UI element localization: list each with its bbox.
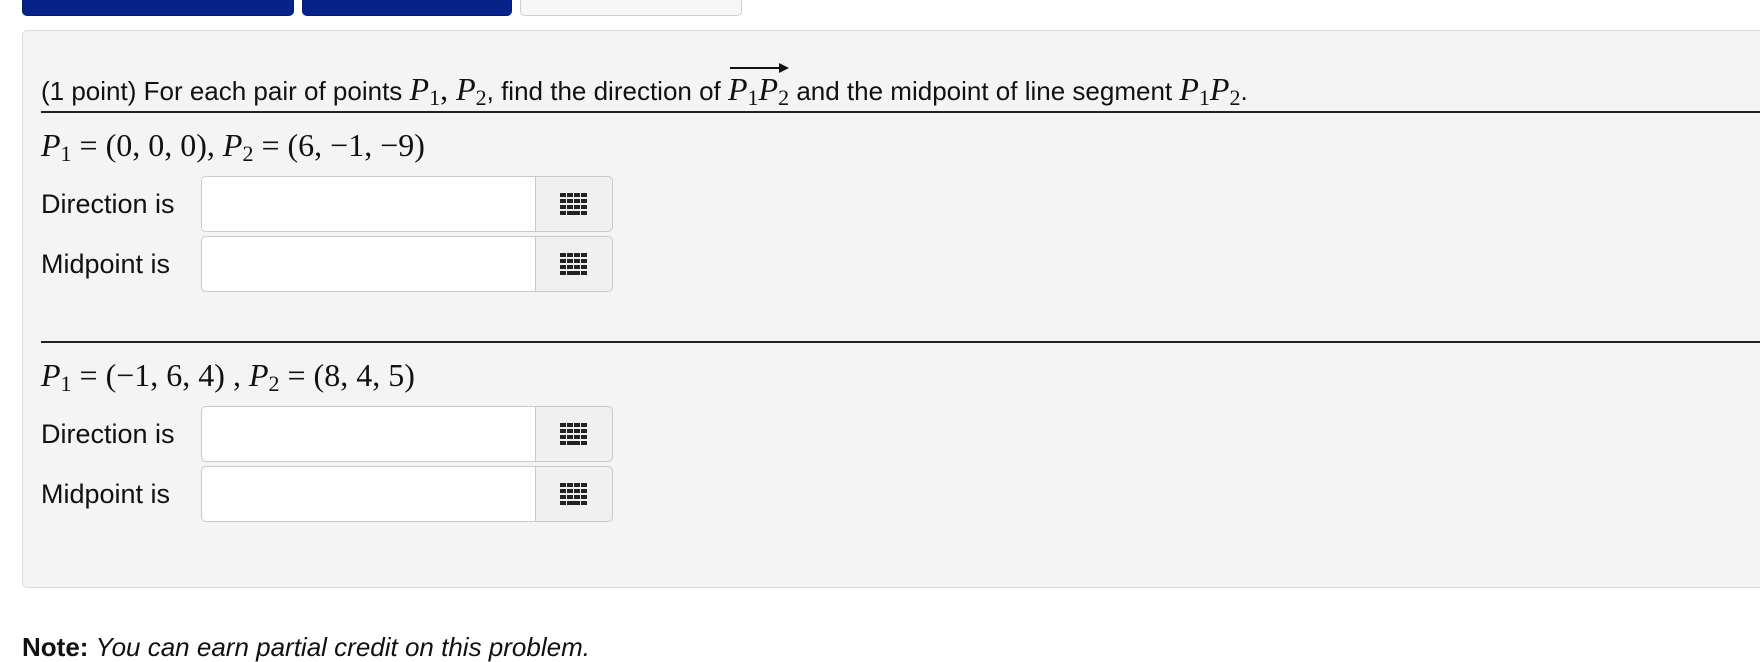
note-text: You can earn partial credit on this prob… xyxy=(95,632,590,662)
part2-midpoint-input[interactable] xyxy=(201,466,535,522)
divider-top xyxy=(41,111,1760,113)
statement-prefix: (1 point) For each pair of points xyxy=(41,76,403,106)
statement-mid: , find the direction of xyxy=(486,76,721,106)
top-button-3[interactable] xyxy=(520,0,742,16)
page: (1 point) For each pair of points P1, P2… xyxy=(0,0,1760,662)
part2-midpoint-keypad-button[interactable] xyxy=(535,466,613,522)
part2-direction-label: Direction is xyxy=(41,419,175,449)
part2-midpoint-row: Midpoint is xyxy=(41,465,613,523)
part1-midpoint-label: Midpoint is xyxy=(41,249,171,279)
statement-end: . xyxy=(1240,76,1248,106)
keypad-icon xyxy=(560,193,587,215)
part2-direction-input[interactable] xyxy=(201,406,535,462)
keypad-icon xyxy=(560,483,587,505)
part1-midpoint-input[interactable] xyxy=(201,236,535,292)
keypad-icon xyxy=(560,253,587,275)
part2-direction-row: Direction is xyxy=(41,405,613,463)
divider-middle xyxy=(41,341,1760,343)
part1-points: P1 = (0, 0, 0), P2 = (6, −1, −9) xyxy=(41,127,425,166)
part2-midpoint-label: Midpoint is xyxy=(41,479,171,509)
top-button-1[interactable] xyxy=(22,0,294,16)
keypad-icon xyxy=(560,423,587,445)
vector-p1p2: P1P2 xyxy=(728,63,790,109)
note-label: Note: xyxy=(22,632,89,662)
segment-p1p2: P1P2 xyxy=(1179,71,1241,110)
problem-statement: (1 point) For each pair of points P1, P2… xyxy=(41,63,1248,111)
top-button-2[interactable] xyxy=(302,0,512,16)
part1-midpoint-keypad-button[interactable] xyxy=(535,236,613,292)
part1-direction-keypad-button[interactable] xyxy=(535,176,613,232)
part1-direction-label: Direction is xyxy=(41,189,175,219)
problem-panel: (1 point) For each pair of points P1, P2… xyxy=(22,30,1760,588)
part1-midpoint-row: Midpoint is xyxy=(41,235,613,293)
vector-arrow-icon xyxy=(728,63,790,73)
part2-direction-keypad-button[interactable] xyxy=(535,406,613,462)
math-p1-p2: P1, P2 xyxy=(409,71,487,110)
partial-credit-note: Note: You can earn partial credit on thi… xyxy=(22,632,590,662)
part1-direction-input[interactable] xyxy=(201,176,535,232)
statement-mid2: and the midpoint of line segment xyxy=(796,76,1173,106)
part2-points: P1 = (−1, 6, 4) , P2 = (8, 4, 5) xyxy=(41,357,415,396)
part1-direction-row: Direction is xyxy=(41,175,613,233)
